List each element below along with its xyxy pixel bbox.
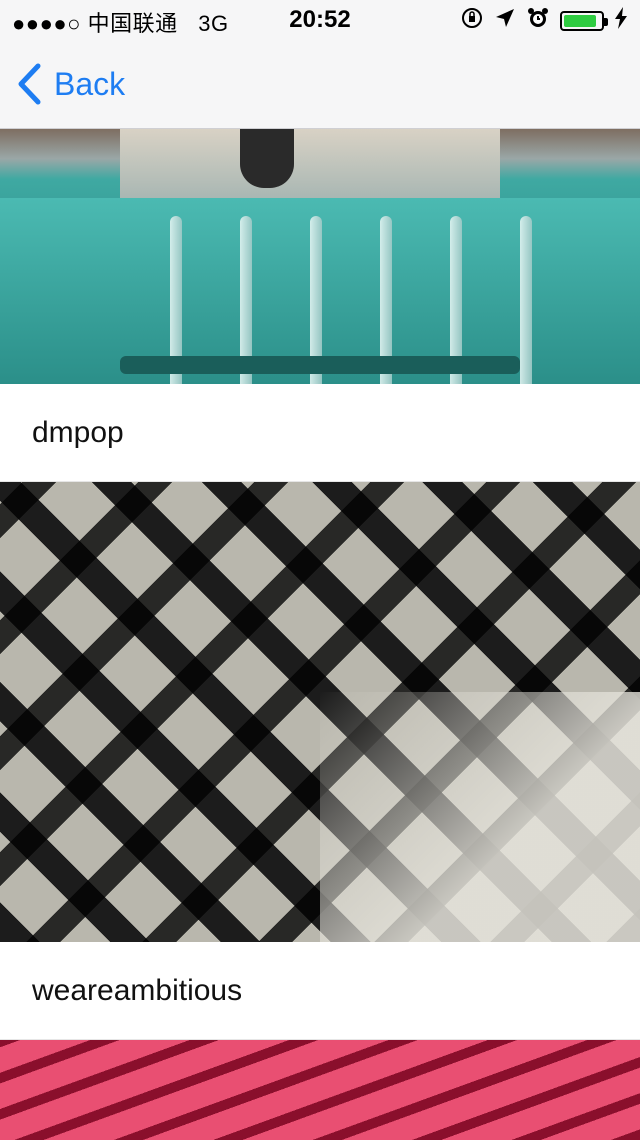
back-label: Back bbox=[54, 65, 126, 102]
battery-icon bbox=[560, 11, 608, 31]
photo-caption: weareambitious bbox=[0, 942, 640, 1040]
staircase-photo[interactable] bbox=[0, 482, 640, 942]
car-trim bbox=[520, 216, 532, 384]
orientation-lock-icon bbox=[460, 6, 484, 36]
navigation-bar: Back bbox=[0, 40, 640, 129]
status-bar: ●●●●○ 中国联通 3G 20:52 bbox=[0, 0, 640, 40]
location-arrow-icon bbox=[494, 7, 516, 35]
car-driver bbox=[240, 128, 294, 188]
back-button[interactable]: Back bbox=[16, 60, 125, 108]
status-icons bbox=[460, 6, 628, 36]
charging-bolt-icon bbox=[614, 7, 628, 35]
photo-card[interactable] bbox=[0, 1040, 640, 1140]
photo-feed[interactable]: dmpop weareambitious bbox=[0, 128, 640, 1140]
photo-card[interactable]: weareambitious bbox=[0, 482, 640, 1040]
car-bumper bbox=[120, 356, 520, 374]
photo-card[interactable]: dmpop bbox=[0, 128, 640, 482]
teal-car-photo[interactable] bbox=[0, 128, 640, 384]
back-chevron-icon bbox=[16, 63, 42, 105]
alarm-icon bbox=[526, 6, 550, 36]
battery-level bbox=[564, 15, 596, 27]
red-stadium-seats-photo[interactable] bbox=[0, 1040, 640, 1140]
photo-caption: dmpop bbox=[0, 384, 640, 482]
car-window bbox=[120, 128, 500, 206]
